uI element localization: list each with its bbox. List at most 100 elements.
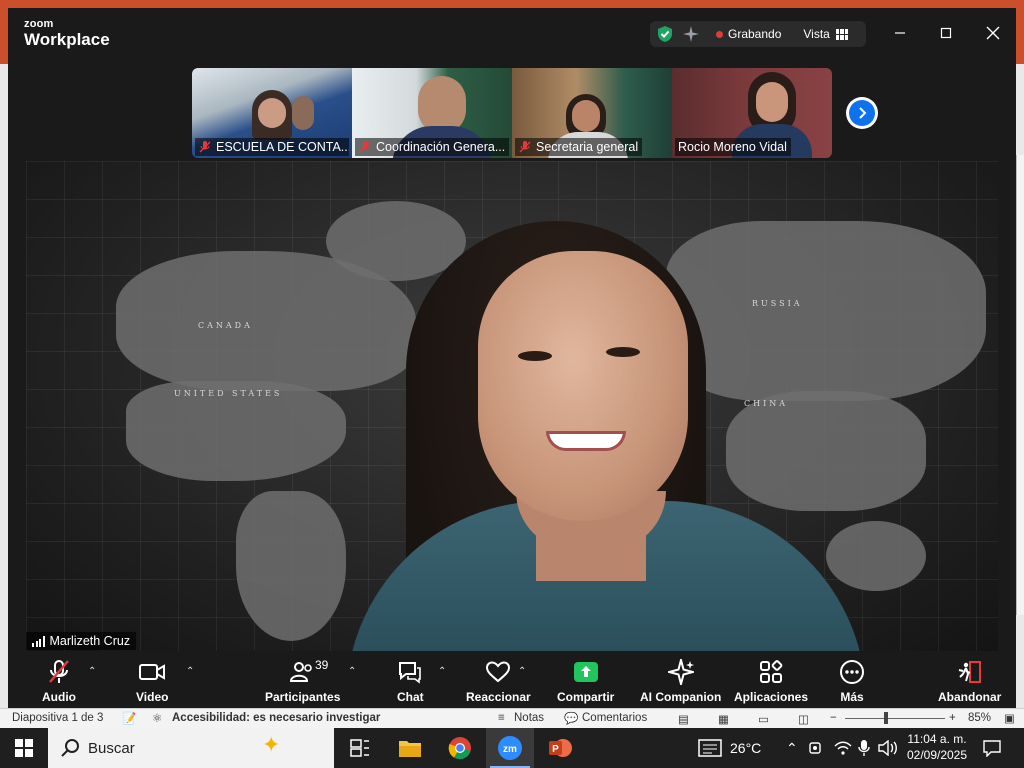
audio-options-chevron-icon[interactable]: ⌃: [88, 666, 96, 677]
speaker-volume-icon: [878, 740, 897, 756]
map-label: UNITED STATES: [174, 389, 283, 398]
apps-button[interactable]: Aplicaciones: [734, 658, 808, 704]
minimize-button[interactable]: [888, 22, 912, 44]
zoom-slider-handle[interactable]: [884, 712, 888, 724]
close-button[interactable]: [981, 22, 1005, 44]
ai-companion-button[interactable]: AI Companion: [640, 658, 721, 704]
zoom-slider[interactable]: [845, 718, 945, 719]
zoom-in-icon[interactable]: +: [949, 712, 956, 724]
video-label: Video: [136, 690, 169, 704]
next-participants-button[interactable]: [846, 97, 878, 129]
windows-start-button[interactable]: [0, 728, 48, 768]
chevron-right-icon: [859, 107, 867, 119]
map-label: RUSSIA: [752, 299, 803, 308]
accessibility-icon[interactable]: ⚛: [152, 711, 162, 725]
participant-strip: ESCUELA DE CONTA... Coordinación Genera.…: [192, 68, 832, 158]
participant-face: [258, 98, 286, 128]
leave-label: Abandonar: [938, 690, 1002, 704]
share-label: Compartir: [557, 690, 615, 704]
comments-button[interactable]: Comentarios: [582, 712, 647, 724]
chat-label: Chat: [397, 690, 424, 704]
participant-name-tag: ESCUELA DE CONTA...: [195, 138, 349, 156]
react-options-chevron-icon[interactable]: ⌃: [518, 666, 526, 677]
show-hidden-icons-button[interactable]: ⌃: [786, 728, 798, 768]
comments-icon[interactable]: 💬: [564, 711, 578, 725]
powerpoint-taskbar-button[interactable]: P: [536, 728, 584, 768]
microphone-icon: [858, 740, 870, 756]
active-speaker-video[interactable]: CANADA UNITED STATES RUSSIA CHINA: [26, 161, 998, 651]
volume-tray-icon[interactable]: [878, 728, 898, 768]
participants-icon: [289, 662, 312, 682]
participant-name: Secretaria general: [536, 140, 639, 154]
normal-view-icon[interactable]: ▤: [678, 712, 689, 726]
search-highlight-sparkle-icon: ✦: [262, 732, 281, 757]
map-label: CANADA: [198, 321, 253, 330]
svg-text:zm: zm: [503, 744, 517, 755]
taskbar-clock[interactable]: 11:04 a. m. 02/09/2025: [900, 731, 974, 763]
zoom-taskbar-button[interactable]: zm: [486, 728, 534, 768]
more-button[interactable]: Más: [839, 658, 865, 704]
participants-button[interactable]: Participantes: [265, 658, 340, 704]
view-button-label[interactable]: Vista: [803, 27, 829, 41]
webcam-tray-icon[interactable]: [808, 728, 824, 768]
taskbar-search-box[interactable]: Buscar ✦: [48, 728, 334, 768]
participants-options-chevron-icon[interactable]: ⌃: [348, 666, 356, 677]
video-button[interactable]: Video: [136, 658, 168, 704]
powerpoint-scrollbar[interactable]: [1016, 155, 1024, 615]
zoom-logo: zoom Workplace: [24, 18, 110, 49]
chrome-button[interactable]: [436, 728, 484, 768]
participant-tile[interactable]: Secretaria general: [512, 68, 672, 158]
recording-pill[interactable]: Grabando Vista: [650, 21, 866, 47]
reading-view-icon[interactable]: ▭: [758, 712, 769, 726]
mic-muted-icon: [519, 141, 531, 153]
slide-sorter-icon[interactable]: ▦: [718, 712, 729, 726]
audio-label: Audio: [42, 690, 76, 704]
participant-tile[interactable]: Rocio Moreno Vidal: [672, 68, 832, 158]
file-explorer-button[interactable]: [386, 728, 434, 768]
zoom-out-icon[interactable]: −: [830, 712, 837, 724]
participant-name-tag: Coordinación Genera...: [355, 138, 509, 156]
map-landmass: [826, 521, 926, 591]
weather-window-icon: [698, 739, 722, 757]
notes-icon[interactable]: ≡: [498, 712, 505, 724]
accessibility-status[interactable]: Accesibilidad: es necesario investigar: [172, 712, 380, 724]
notifications-button[interactable]: [982, 728, 1002, 768]
react-button[interactable]: Reaccionar: [466, 658, 531, 704]
share-screen-button[interactable]: Compartir: [557, 658, 614, 704]
slideshow-icon[interactable]: ◫: [798, 712, 809, 726]
recording-label[interactable]: Grabando: [728, 27, 781, 41]
share-screen-icon: [573, 662, 598, 682]
spell-check-icon[interactable]: 📝: [122, 711, 136, 725]
recording-dot-icon: [716, 30, 723, 38]
brand-small: zoom: [24, 18, 54, 30]
participant-tile[interactable]: Coordinación Genera...: [352, 68, 512, 158]
leave-meeting-button[interactable]: Abandonar: [938, 658, 1001, 704]
chat-button[interactable]: Chat: [397, 658, 424, 704]
participant-face: [756, 82, 788, 122]
speaker-name-tag: Marlizeth Cruz: [26, 632, 137, 650]
maximize-button[interactable]: [934, 22, 958, 44]
temperature: 26°C: [730, 740, 762, 756]
notes-button[interactable]: Notas: [514, 712, 544, 724]
fit-to-window-icon[interactable]: ▣: [1004, 711, 1015, 725]
audio-button[interactable]: Audio: [42, 658, 76, 704]
minimize-icon: [895, 32, 905, 34]
clock-date: 02/09/2025: [906, 748, 968, 762]
task-view-button[interactable]: [336, 728, 384, 768]
task-view-icon: [350, 739, 369, 757]
speaker-eye: [518, 351, 552, 361]
folder-icon: [399, 741, 421, 757]
mic-muted-icon: [199, 141, 211, 153]
network-tray-icon[interactable]: [834, 728, 852, 768]
ai-sparkle-icon[interactable]: [682, 25, 700, 43]
video-options-chevron-icon[interactable]: ⌃: [186, 666, 194, 677]
participant-tile[interactable]: ESCUELA DE CONTA...: [192, 68, 352, 158]
zoom-level[interactable]: 85%: [968, 712, 991, 724]
chat-options-chevron-icon[interactable]: ⌃: [438, 666, 446, 677]
video-camera-icon: [139, 664, 166, 680]
microphone-tray-icon[interactable]: [858, 728, 870, 768]
shield-check-icon[interactable]: [656, 25, 674, 43]
more-label: Más: [840, 690, 864, 704]
view-grid-icon[interactable]: [835, 28, 848, 40]
weather-widget[interactable]: 26°C: [698, 728, 761, 768]
